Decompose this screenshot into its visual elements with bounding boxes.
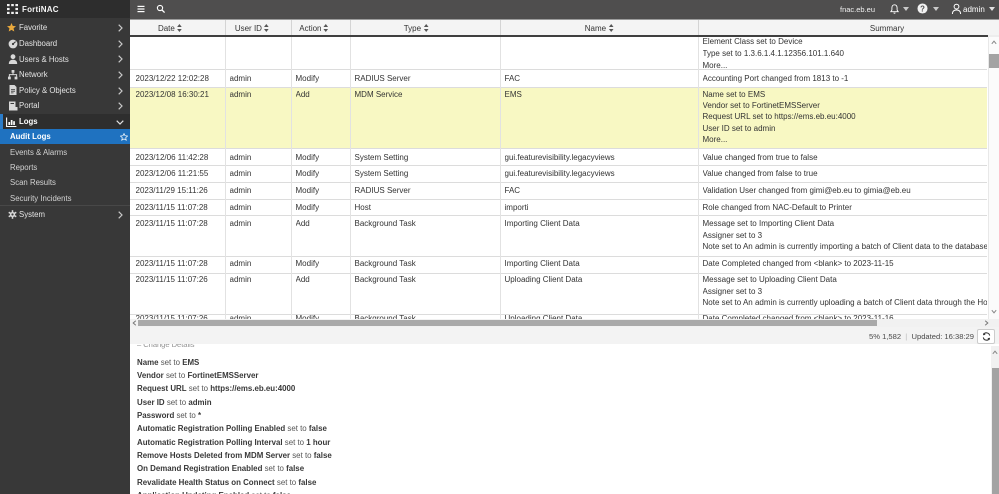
- svg-text:?: ?: [920, 4, 925, 13]
